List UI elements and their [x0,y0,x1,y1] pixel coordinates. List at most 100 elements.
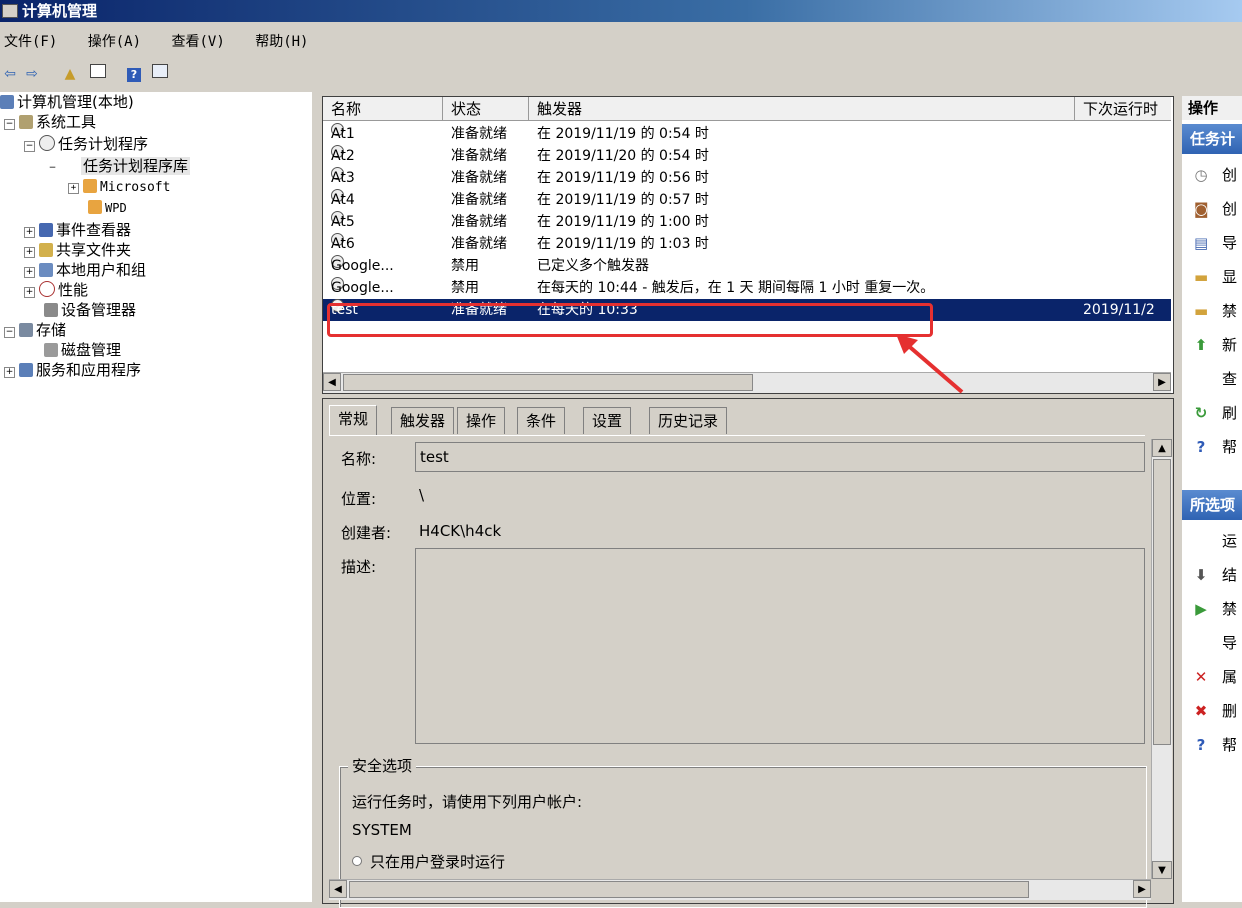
description-field[interactable] [415,548,1145,744]
action-item[interactable]: ▬ 禁 [1182,294,1242,328]
tree-item-device-manager[interactable]: 设备管理器 [44,300,136,320]
up-folder-icon[interactable]: ▲ [60,64,80,84]
action-item[interactable]: ✕ 属 [1182,660,1242,694]
scroll-right-icon[interactable]: ▶ [1133,880,1151,898]
expand-icon[interactable]: + [24,247,35,258]
action-item[interactable]: 导 [1182,626,1242,660]
vscroll-thumb[interactable] [1153,459,1171,745]
action-item[interactable]: ✖ 删 [1182,694,1242,728]
action-label: 查 [1222,370,1238,388]
task-row[interactable]: At1 准备就绪 在 2019/11/19 的 0:54 时 [323,123,1171,145]
action-item[interactable]: ▬ 显 [1182,260,1242,294]
menu-help[interactable]: 帮助(H) [251,34,308,50]
tree-item-task-library[interactable]: − 任务计划程序库 [48,156,191,176]
collapse-icon[interactable]: − [48,164,57,173]
radio-icon[interactable] [352,856,362,866]
action-item[interactable]: ⬆ 新 [1182,328,1242,362]
radio-logged-on[interactable]: 只在用户登录时运行 [352,851,505,872]
expand-icon[interactable]: + [4,367,15,378]
menu-file[interactable]: 文件(F) [0,34,57,50]
expand-icon[interactable]: + [24,287,35,298]
security-options-title: 安全选项 [348,755,417,776]
action-item[interactable]: ▶ 禁 [1182,592,1242,626]
back-icon[interactable]: ⇦ [0,64,20,84]
action-item[interactable]: ▤ 导 [1182,226,1242,260]
author-label: 创建者: [341,524,392,542]
tab-conditions[interactable]: 条件 [517,407,566,434]
horizontal-scrollbar[interactable]: ◀ ▶ [323,372,1171,393]
action-item[interactable]: ◙ 创 [1182,192,1242,226]
tab-history[interactable]: 历史记录 [649,407,728,434]
scroll-thumb[interactable] [349,881,1029,898]
actions-section-task-scheduler[interactable]: 任务计 [1182,124,1242,154]
show-hide-tree-icon[interactable] [88,64,108,84]
tree-item-root[interactable]: 计算机管理(本地) [0,92,134,112]
collapse-icon[interactable]: − [4,327,15,338]
tree-item-system-tools[interactable]: − 系统工具 [4,112,96,132]
tab-general[interactable]: 常规 [329,405,378,436]
tree-item-storage[interactable]: − 存储 [4,320,66,340]
collapse-icon[interactable]: − [4,119,15,130]
action-item[interactable]: ◷ 创 [1182,158,1242,192]
task-row[interactable]: At6 准备就绪 在 2019/11/19 的 1:03 时 [323,233,1171,255]
tree-item-wpd[interactable]: WPD [88,198,127,218]
action-item[interactable]: ? 帮 [1182,728,1242,762]
detail-horizontal-scrollbar[interactable]: ◀ ▶ [329,879,1151,900]
task-row[interactable]: Google... 禁用 在每天的 10:44 - 触发后，在 1 天 期间每隔 1… [323,277,1171,299]
forward-icon[interactable]: ⇨ [22,64,42,84]
menu-action[interactable]: 操作(A) [84,34,141,50]
tab-triggers[interactable]: 触发器 [391,407,455,434]
import-icon: ▤ [1194,234,1209,252]
task-status-cell: 准备就绪 [451,236,507,252]
task-row[interactable]: At3 准备就绪 在 2019/11/19 的 0:56 时 [323,167,1171,189]
scroll-thumb[interactable] [343,374,753,391]
action-item[interactable]: ? 帮 [1182,430,1242,464]
task-row[interactable]: At2 准备就绪 在 2019/11/20 的 0:54 时 [323,145,1171,167]
action-label: 导 [1222,634,1238,652]
scroll-left-icon[interactable]: ◀ [323,373,341,391]
scroll-up-icon[interactable]: ▲ [1152,439,1172,457]
action-label: 刷 [1222,404,1238,422]
task-trigger-cell: 在 2019/11/19 的 1:03 时 [537,236,709,252]
scroll-left-icon[interactable]: ◀ [329,880,347,898]
column-header-trigger[interactable]: 触发器 [529,97,1075,121]
title-bar: 计算机管理 [0,0,1242,22]
task-row[interactable]: At5 准备就绪 在 2019/11/19 的 1:00 时 [323,211,1171,233]
expand-icon[interactable]: + [24,267,35,278]
highlight-box [327,303,933,337]
tree-item-local-users[interactable]: + 本地用户和组 [24,260,146,280]
disk-icon [44,343,58,357]
scroll-down-icon[interactable]: ▼ [1152,861,1172,879]
actions-section-selected[interactable]: 所选项 [1182,490,1242,520]
action-item[interactable]: ↻ 刷 [1182,396,1242,430]
column-header-name[interactable]: 名称 [323,97,443,121]
tree-item-shared-folders[interactable]: + 共享文件夹 [24,240,131,260]
tree-item-services-apps[interactable]: + 服务和应用程序 [4,360,141,380]
action-item[interactable]: 查 [1182,362,1242,396]
tree-item-task-scheduler[interactable]: − 任务计划程序 [24,134,148,154]
tree-item-performance[interactable]: + 性能 [24,280,88,300]
task-row[interactable]: At4 准备就绪 在 2019/11/19 的 0:57 时 [323,189,1171,211]
task-row[interactable]: Google... 禁用 已定义多个触发器 [323,255,1171,277]
tree-item-microsoft[interactable]: + Microsoft [68,178,170,198]
action-item[interactable]: ⬇ 结 [1182,558,1242,592]
tab-settings[interactable]: 设置 [583,407,632,434]
column-header-status[interactable]: 状态 [443,97,529,121]
action-item[interactable]: 运 [1182,524,1242,558]
tree-item-event-viewer[interactable]: + 事件查看器 [24,220,131,240]
name-field[interactable]: test [415,442,1145,472]
menu-view[interactable]: 查看(V) [167,34,224,50]
help-icon: ? [1196,438,1206,456]
help-icon[interactable]: ? [124,64,144,84]
tools-icon [19,115,33,129]
users-icon [39,263,53,277]
scroll-right-icon[interactable]: ▶ [1153,373,1171,391]
vertical-scrollbar[interactable]: ▲ ▼ [1151,439,1172,879]
expand-icon[interactable]: + [24,227,35,238]
expand-icon[interactable]: + [68,183,79,194]
tree-item-disk-management[interactable]: 磁盘管理 [44,340,121,360]
tab-actions[interactable]: 操作 [457,407,506,434]
collapse-icon[interactable]: − [24,141,35,152]
show-hide-action-pane-icon[interactable] [150,64,170,84]
column-header-next-run[interactable]: 下次运行时 [1075,97,1171,121]
